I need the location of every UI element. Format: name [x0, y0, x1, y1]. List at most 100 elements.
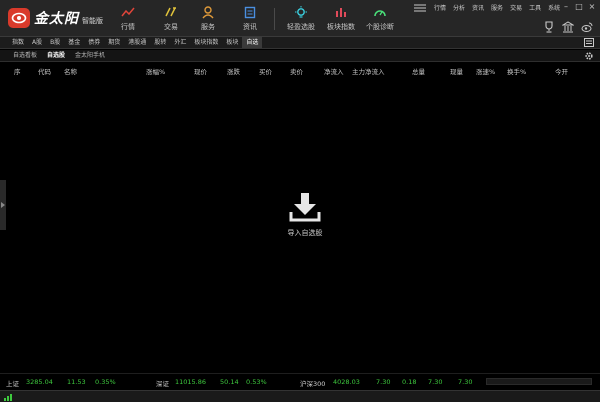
- tab-sector[interactable]: 板块: [222, 37, 242, 48]
- ticker-sz-pct: 0.53%: [246, 378, 267, 386]
- nav-label: 行情: [121, 23, 135, 31]
- col-volume[interactable]: 总量: [412, 66, 425, 76]
- ticker-hs300-a: 7.30: [376, 378, 391, 386]
- window-controls: – □ ×: [562, 2, 596, 11]
- ticker-sh-pct: 0.35%: [95, 378, 116, 386]
- maximize-icon[interactable]: □: [575, 2, 583, 11]
- menu-system[interactable]: 系统: [548, 3, 560, 12]
- header-tools: [542, 20, 593, 33]
- ticker-sh-name[interactable]: 上证: [6, 378, 19, 388]
- tab-futures[interactable]: 期货: [104, 37, 124, 48]
- tab-b-share[interactable]: B股: [46, 37, 64, 48]
- nav-label: 服务: [201, 23, 215, 31]
- subtab-mobile[interactable]: 金太阳手机: [70, 51, 110, 61]
- col-change[interactable]: 涨跌: [227, 66, 240, 76]
- ticker-hs300-name[interactable]: 沪深300: [300, 378, 325, 388]
- sun-logo-icon: [8, 8, 30, 28]
- import-watchlist-button[interactable]: 导入自选股: [275, 192, 335, 238]
- ticker-hs300-d: 7.30: [458, 378, 473, 386]
- nav-trade[interactable]: 交易: [153, 4, 189, 34]
- ticker-scrollbar[interactable]: [486, 378, 592, 385]
- ticker-hs300-b: 0.18: [402, 378, 417, 386]
- nav-news[interactable]: 资讯: [232, 4, 268, 34]
- nav-sector-index[interactable]: 板块指数: [323, 4, 359, 34]
- nav-label: 板块指数: [327, 23, 355, 31]
- col-index[interactable]: 序: [14, 66, 21, 76]
- ticker-sz-change: 50.14: [220, 378, 239, 386]
- nav-label: 轻盈选股: [287, 23, 315, 31]
- col-name[interactable]: 名称: [64, 66, 77, 76]
- col-ask[interactable]: 卖价: [290, 66, 303, 76]
- nav-divider: [274, 8, 275, 30]
- news-icon: [244, 4, 256, 20]
- close-icon[interactable]: ×: [588, 2, 596, 11]
- import-watchlist-label: 导入自选股: [287, 229, 323, 237]
- bar-index-icon: [334, 4, 348, 20]
- signal-icon: [4, 394, 12, 401]
- col-main-net-inflow[interactable]: 主力净流入: [352, 66, 385, 76]
- top-menu: 行情 分析 资讯 服务 交易 工具 系统: [414, 3, 567, 12]
- menu-trade[interactable]: 交易: [510, 3, 522, 12]
- col-net-inflow[interactable]: 净流入: [324, 66, 344, 76]
- minimize-icon[interactable]: –: [562, 2, 570, 11]
- menu-list-icon[interactable]: [414, 4, 428, 12]
- watchlist-subtabs: 自选看板 自选股 金太阳手机: [0, 50, 600, 62]
- gear-icon[interactable]: [584, 51, 594, 61]
- tab-fund[interactable]: 基金: [64, 37, 84, 48]
- logo-edition: 智能版: [82, 16, 103, 25]
- ticker-sh-change: 11.53: [67, 378, 86, 386]
- status-bar: [0, 390, 600, 402]
- col-bid[interactable]: 买价: [259, 66, 272, 76]
- weibo-icon[interactable]: [580, 20, 593, 33]
- download-icon: [289, 193, 321, 222]
- tab-watchlist[interactable]: 自选: [242, 37, 263, 48]
- tab-hk-connect[interactable]: 港股通: [124, 37, 150, 48]
- tab-a-share[interactable]: A股: [28, 37, 46, 48]
- col-price[interactable]: 现价: [194, 66, 207, 76]
- tab-index[interactable]: 指数: [8, 37, 28, 48]
- ticker-sh-value: 3285.04: [26, 378, 53, 386]
- bulb-icon: [294, 4, 308, 20]
- index-ticker: 上证 3285.04 11.53 0.35% 深证 11015.86 50.14…: [0, 373, 600, 389]
- nav-quotes[interactable]: 行情: [110, 4, 146, 34]
- subtab-watchlist-board[interactable]: 自选看板: [8, 51, 42, 61]
- trophy-icon[interactable]: [542, 20, 555, 33]
- sidebar-collapse-handle[interactable]: [0, 180, 6, 230]
- ticker-sz-name[interactable]: 深证: [156, 378, 169, 388]
- app-logo: 金太阳 智能版: [8, 7, 103, 29]
- bank-icon[interactable]: [561, 20, 574, 33]
- category-tabs: 指数 A股 B股 基金 债券 期货 港股通 股转 外汇 板块指数 板块 自选: [0, 37, 600, 49]
- person-service-icon: [201, 4, 215, 20]
- logo-text: 金太阳: [34, 11, 79, 27]
- trade-icon: [164, 4, 178, 20]
- tab-sector-index[interactable]: 板块指数: [190, 37, 222, 48]
- ticker-sz-value: 11015.86: [175, 378, 207, 386]
- chevron-right-icon: [1, 202, 5, 208]
- tab-forex[interactable]: 外汇: [170, 37, 190, 48]
- col-change-pct[interactable]: 涨幅%: [146, 66, 165, 76]
- subtab-my-stocks[interactable]: 自选股: [42, 51, 70, 61]
- table-header: 序 代码 名称 涨幅% 现价 涨跌 买价 卖价 净流入 主力净流入 总量 现量 …: [0, 63, 600, 76]
- nav-label: 交易: [164, 23, 178, 31]
- col-last-volume[interactable]: 现量: [450, 66, 463, 76]
- ticker-hs300-value: 4028.03: [333, 378, 360, 386]
- menu-service[interactable]: 服务: [491, 3, 503, 12]
- menu-news[interactable]: 资讯: [472, 3, 484, 12]
- menu-tools[interactable]: 工具: [529, 3, 541, 12]
- tab-neeq[interactable]: 股转: [150, 37, 170, 48]
- top-header: 金太阳 智能版 行情 交易 服务 资讯 轻盈选股 板块指数 个股诊断 行情 分析…: [0, 0, 600, 37]
- chart-line-icon: [121, 4, 135, 20]
- col-code[interactable]: 代码: [38, 66, 51, 76]
- col-open[interactable]: 今开: [555, 66, 568, 76]
- menu-analysis[interactable]: 分析: [453, 3, 465, 12]
- nav-service[interactable]: 服务: [190, 4, 226, 34]
- col-speed[interactable]: 涨速%: [476, 66, 495, 76]
- col-turnover[interactable]: 换手%: [507, 66, 526, 76]
- nav-label: 个股诊断: [366, 23, 394, 31]
- panel-toggle-icon[interactable]: [584, 38, 594, 47]
- tab-bond[interactable]: 债券: [84, 37, 104, 48]
- nav-smart-pick[interactable]: 轻盈选股: [283, 4, 319, 34]
- nav-stock-diagnosis[interactable]: 个股诊断: [362, 4, 398, 34]
- menu-quotes[interactable]: 行情: [434, 3, 446, 12]
- ticker-hs300-c: 7.30: [428, 378, 443, 386]
